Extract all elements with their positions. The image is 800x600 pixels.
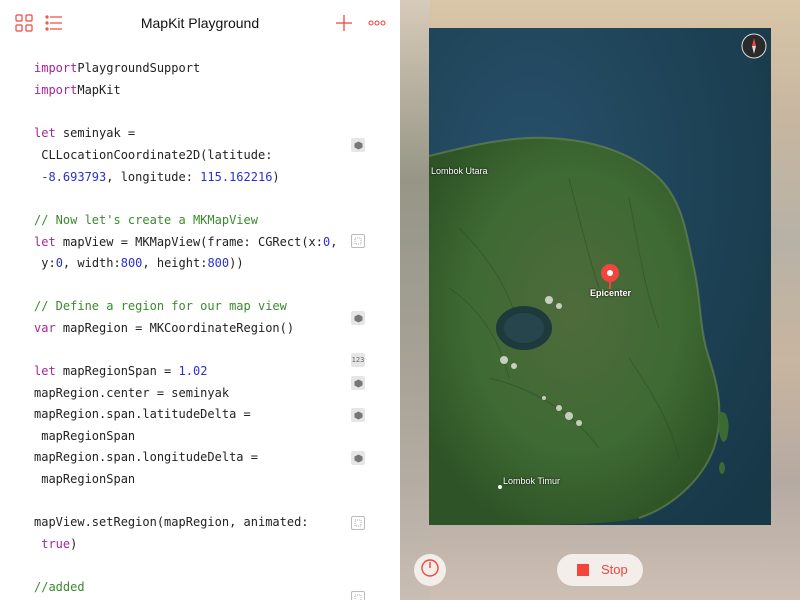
code-token: import xyxy=(34,61,78,75)
result-cube-icon[interactable] xyxy=(351,138,365,152)
code-token: mapRegion.span.latitudeDelta = xyxy=(34,407,251,421)
code-token: import xyxy=(34,83,78,97)
code-token: mapView.setRegion(mapRegion, animated: xyxy=(34,515,309,529)
code-token: true xyxy=(41,537,71,551)
toolbar: MapKit Playground xyxy=(0,0,400,46)
code-token: mapView = MKMapView(frame: CGRect(x: xyxy=(55,235,323,249)
result-cube-icon[interactable] xyxy=(351,311,365,325)
map-view[interactable]: Lombok Utara Epicenter Lombok Timur xyxy=(429,28,771,525)
code-token: -8.693793 xyxy=(34,170,107,184)
more-icon[interactable] xyxy=(367,13,387,33)
gauge-button[interactable] xyxy=(414,554,446,586)
compass-icon[interactable] xyxy=(741,33,767,64)
code-token: , xyxy=(330,235,338,249)
result-badge-box xyxy=(351,591,365,600)
code-token: )) xyxy=(229,256,244,270)
code-token: 800 xyxy=(120,256,143,270)
location-dot xyxy=(498,485,502,489)
code-line[interactable]: mapRegionSpan xyxy=(34,469,135,489)
editor-pane: MapKit Playground importPlaygroundSuppor… xyxy=(0,0,400,600)
result-badge-box xyxy=(351,234,365,248)
result-badge-box xyxy=(351,376,365,390)
code-line[interactable]: mapRegionSpan xyxy=(34,426,135,446)
code-token: 115.162216 xyxy=(200,170,273,184)
map-label-epicenter: Epicenter xyxy=(590,288,632,298)
code-token: , longitude: xyxy=(106,170,201,184)
result-badge-box xyxy=(351,516,365,530)
code-token: let xyxy=(34,126,56,140)
code-token: // Define a region for our map view xyxy=(34,299,287,313)
stop-button[interactable]: Stop xyxy=(557,554,643,586)
stop-label: Stop xyxy=(601,562,628,577)
code-line[interactable]: importPlaygroundSupport xyxy=(34,58,200,78)
result-cube-icon[interactable] xyxy=(351,451,365,465)
result-badge-box: 123 xyxy=(351,353,365,367)
result-view-icon[interactable] xyxy=(351,234,365,248)
stop-icon xyxy=(577,564,589,576)
code-token: mapRegion = MKCoordinateRegion() xyxy=(55,321,295,335)
code-line[interactable]: CLLocationCoordinate2D(latitude: xyxy=(34,145,272,165)
blurred-backdrop xyxy=(400,0,430,600)
code-token: y: xyxy=(34,256,56,270)
code-line[interactable]: -8.693793, longitude: 115.162216) xyxy=(34,167,280,187)
code-line[interactable]: mapView.setRegion(mapRegion, animated: xyxy=(34,512,309,532)
code-token: var xyxy=(34,321,56,335)
code-token: ) xyxy=(70,537,78,551)
code-line[interactable]: //added xyxy=(34,577,85,597)
map-label-lombok-utara: Lombok Utara xyxy=(431,166,488,176)
result-cube-icon[interactable] xyxy=(351,376,365,390)
code-token: , width: xyxy=(62,256,121,270)
map-label-lombok-timur: Lombok Timur xyxy=(503,476,561,486)
code-token: MapKit xyxy=(77,83,121,97)
code-line[interactable]: let mapRegionSpan = 1.02 xyxy=(34,361,207,381)
code-token: let xyxy=(34,235,56,249)
code-line[interactable]: mapRegion.span.longitudeDelta = xyxy=(34,447,258,467)
code-line[interactable]: y:0, width:800, height:800)) xyxy=(34,253,244,273)
code-token: 1.02 xyxy=(178,364,208,378)
code-token: ) xyxy=(272,170,280,184)
code-token: mapRegionSpan xyxy=(34,472,136,486)
code-token: mapRegionSpan = xyxy=(55,364,179,378)
code-line[interactable]: let seminyak = xyxy=(34,123,135,143)
code-line[interactable]: mapRegion.span.latitudeDelta = xyxy=(34,404,251,424)
result-cube-icon[interactable] xyxy=(351,408,365,422)
code-token: mapRegionSpan xyxy=(34,429,136,443)
add-icon[interactable] xyxy=(334,13,354,33)
result-value-badge[interactable]: 123 xyxy=(351,353,365,367)
code-token: , height: xyxy=(142,256,208,270)
code-token: //added xyxy=(34,580,85,594)
code-token: PlaygroundSupport xyxy=(77,61,201,75)
code-token: let xyxy=(34,364,56,378)
live-view: Lombok Utara Epicenter Lombok Timur Stop xyxy=(400,0,800,600)
result-badge-box xyxy=(351,451,365,465)
code-line[interactable]: true) xyxy=(34,534,77,554)
result-view-icon[interactable] xyxy=(351,591,365,600)
result-badge-box xyxy=(351,408,365,422)
code-token: 800 xyxy=(207,256,230,270)
result-badge-box xyxy=(351,138,365,152)
code-line[interactable]: mapRegion.center = seminyak xyxy=(34,383,229,403)
gauge-icon xyxy=(420,558,440,583)
code-line[interactable]: // Define a region for our map view xyxy=(34,296,287,316)
code-token: mapRegion.center = seminyak xyxy=(34,386,230,400)
result-view-icon[interactable] xyxy=(351,516,365,530)
code-token: // Now let's create a MKMapView xyxy=(34,213,258,227)
code-token: CLLocationCoordinate2D(latitude: xyxy=(34,148,273,162)
code-line[interactable]: var mapRegion = MKCoordinateRegion() xyxy=(34,318,294,338)
code-token: mapRegion.span.longitudeDelta = xyxy=(34,450,258,464)
code-line[interactable]: let mapView = MKMapView(frame: CGRect(x:… xyxy=(34,232,337,252)
result-badge-box xyxy=(351,311,365,325)
code-token: 0 xyxy=(55,256,63,270)
code-line[interactable]: // Now let's create a MKMapView xyxy=(34,210,258,230)
code-line[interactable]: importMapKit xyxy=(34,80,121,100)
result-number: 123 xyxy=(351,356,365,364)
code-token: seminyak = xyxy=(55,126,136,140)
